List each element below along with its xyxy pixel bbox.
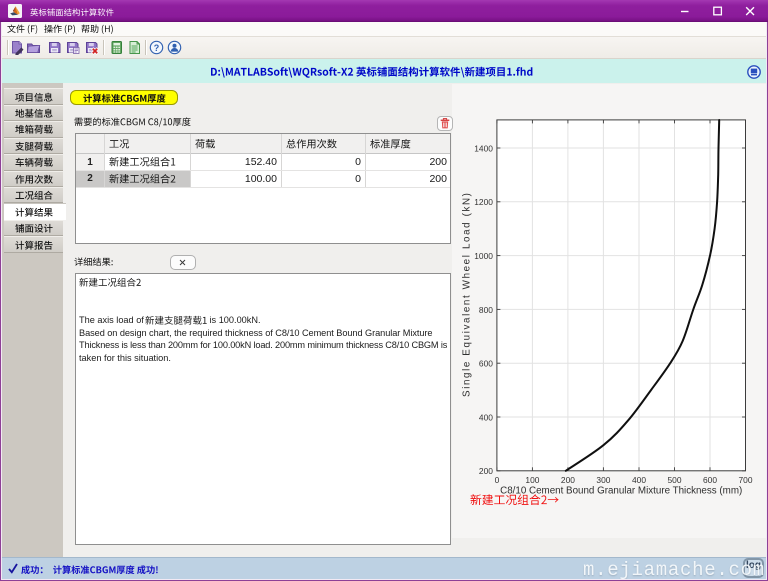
svg-text:700: 700: [739, 475, 753, 485]
svg-text:?: ?: [154, 43, 160, 53]
svg-text:600: 600: [703, 475, 717, 485]
svg-text:300: 300: [596, 475, 610, 485]
svg-text:800: 800: [479, 305, 493, 315]
svg-text:400: 400: [479, 412, 493, 422]
svg-text:200: 200: [479, 466, 493, 476]
svg-text:500: 500: [668, 475, 682, 485]
svg-text:100: 100: [525, 475, 539, 485]
svg-text:1200: 1200: [474, 197, 493, 207]
svg-text:200: 200: [561, 475, 575, 485]
svg-text:600: 600: [479, 359, 493, 369]
svg-text:0: 0: [495, 475, 500, 485]
svg-text:1000: 1000: [474, 251, 493, 261]
svg-text:Single Equivalent Wheel Load (: Single Equivalent Wheel Load (kN): [462, 193, 473, 397]
svg-text:400: 400: [632, 475, 646, 485]
svg-text:1400: 1400: [474, 143, 493, 153]
